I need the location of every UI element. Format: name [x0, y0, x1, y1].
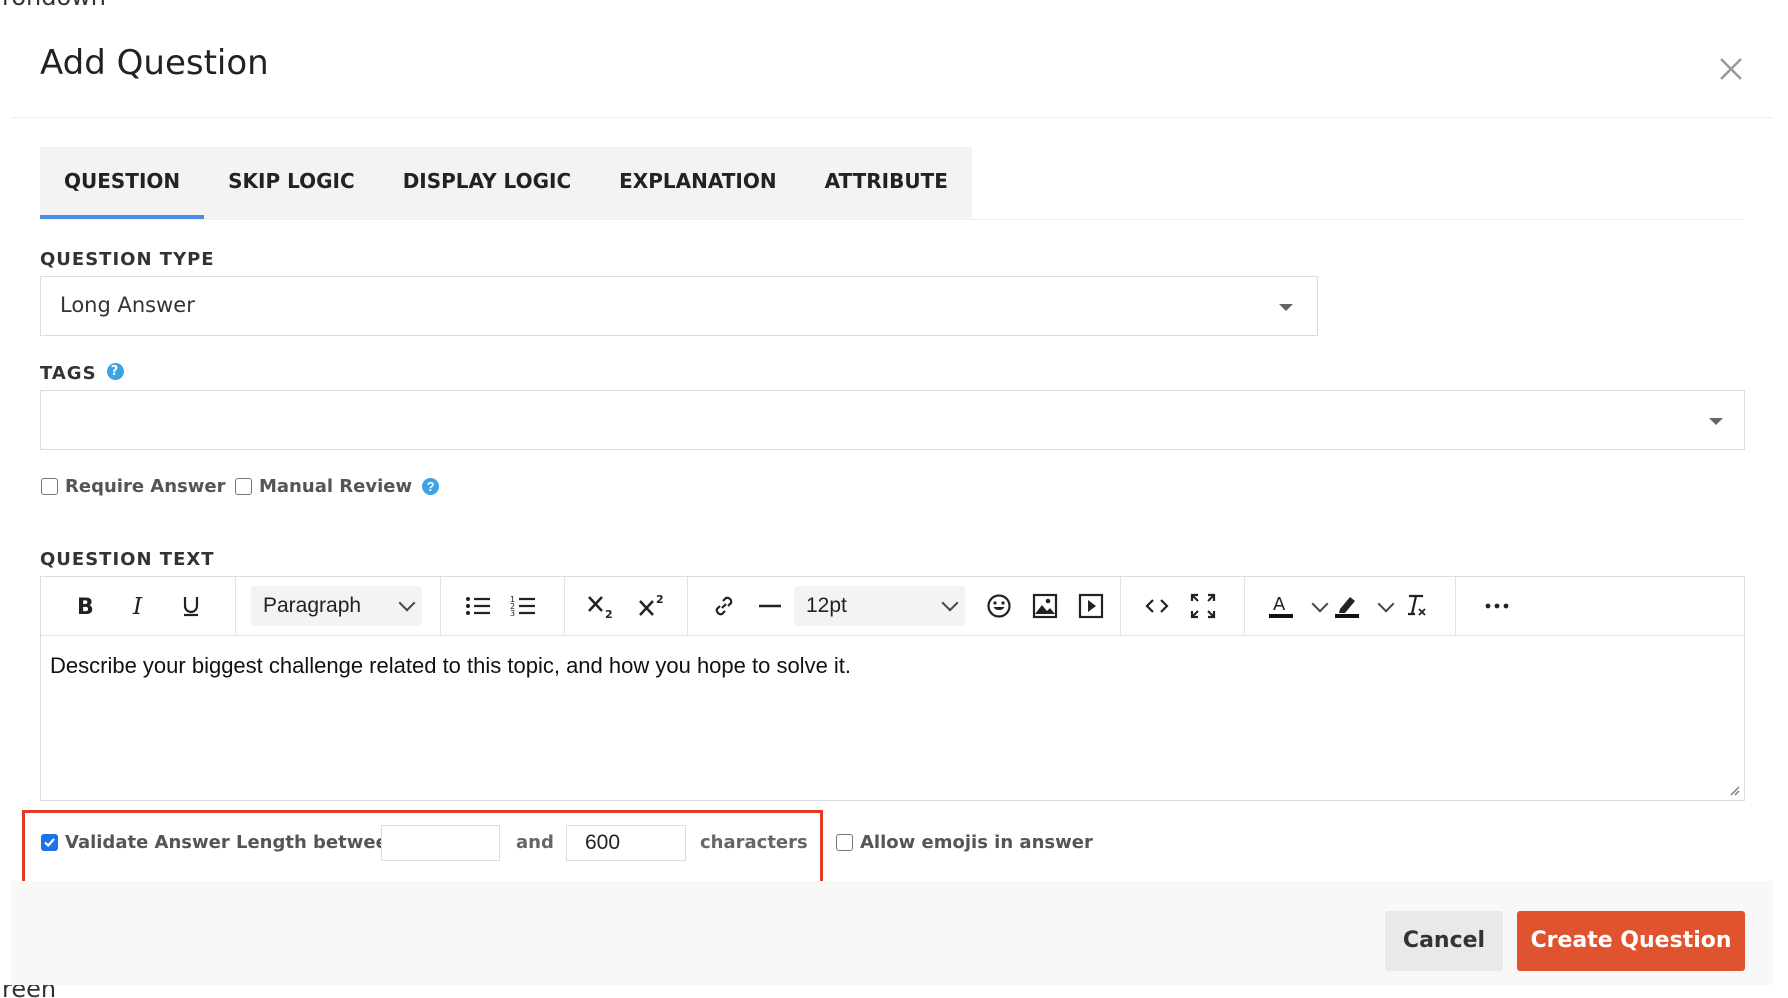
numbered-list-icon[interactable]: 123: [503, 586, 543, 626]
highlight-color-icon[interactable]: [1327, 586, 1367, 626]
allow-emojis-label: Allow emojis in answer: [860, 832, 1093, 853]
toolbar-group-color: A: [1244, 577, 1456, 635]
block-format-select[interactable]: Paragraph: [251, 586, 422, 626]
horizontal-rule-icon[interactable]: [750, 586, 790, 626]
subscript-icon[interactable]: 2: [581, 586, 621, 626]
svg-text:I: I: [132, 594, 143, 618]
svg-text:A: A: [1273, 594, 1286, 615]
tags-label-wrap: TAGS?: [40, 363, 124, 384]
tags-label: TAGS: [40, 363, 97, 384]
question-type-label: QUESTION TYPE: [40, 249, 215, 270]
tab-divider: [40, 219, 1744, 220]
background-top-edge: rondown: [0, 0, 1788, 11]
min-length-input[interactable]: [381, 825, 500, 861]
caret-down-icon: [1709, 418, 1723, 425]
background-fragment-text: reen: [2, 985, 56, 998]
question-text-content[interactable]: Describe your biggest challenge related …: [50, 653, 851, 679]
manual-review-checkbox[interactable]: [235, 478, 252, 495]
svg-text:B: B: [77, 595, 94, 618]
cancel-button[interactable]: Cancel: [1385, 911, 1503, 971]
more-icon[interactable]: [1477, 586, 1517, 626]
allow-emojis-checkbox[interactable]: [836, 834, 853, 851]
help-icon[interactable]: ?: [422, 478, 440, 495]
toolbar-group-format: B I: [41, 577, 236, 635]
link-icon[interactable]: [704, 586, 744, 626]
bulleted-list-icon[interactable]: [458, 586, 498, 626]
chevron-down-icon: [398, 594, 416, 612]
toolbar-group-view: [1120, 577, 1245, 635]
image-icon[interactable]: [1025, 586, 1065, 626]
background-right-edge: [1773, 11, 1788, 998]
validate-length-option[interactable]: Validate Answer Length between: [41, 832, 401, 853]
rich-text-editor: B I Paragraph 1 2 3 2 2 12pt A Describe …: [40, 576, 1745, 801]
allow-emojis-option[interactable]: Allow emojis in answer: [836, 832, 1093, 853]
toolbar-group-lists: 123: [440, 577, 565, 635]
clear-formatting-icon[interactable]: [1396, 586, 1436, 626]
background-left-edge: [0, 11, 11, 998]
caret-down-icon: [1279, 304, 1293, 311]
font-size-select[interactable]: 12pt: [794, 586, 965, 626]
tab-bar: QUESTION SKIP LOGIC DISPLAY LOGIC EXPLAN…: [40, 147, 972, 219]
tags-select[interactable]: [40, 390, 1745, 450]
modal-title: Add Question: [40, 43, 269, 83]
source-code-icon[interactable]: [1137, 586, 1177, 626]
manual-review-option[interactable]: Manual Review?: [235, 476, 440, 497]
svg-text:2: 2: [605, 608, 613, 619]
fullscreen-icon[interactable]: [1183, 586, 1223, 626]
superscript-icon[interactable]: 2: [632, 586, 672, 626]
font-size-value: 12pt: [806, 594, 847, 617]
video-icon[interactable]: [1071, 586, 1111, 626]
validate-length-label: Validate Answer Length between: [65, 832, 401, 853]
underline-icon[interactable]: [171, 586, 211, 626]
tab-skip-logic[interactable]: SKIP LOGIC: [204, 147, 379, 219]
modal-header: Add Question: [11, 11, 1773, 118]
tab-explanation[interactable]: EXPLANATION: [595, 147, 800, 219]
chevron-down-icon[interactable]: [1311, 595, 1329, 613]
chevron-down-icon: [941, 594, 959, 612]
characters-label: characters: [700, 832, 808, 853]
question-text-label: QUESTION TEXT: [40, 549, 215, 570]
editor-toolbar: B I Paragraph 1 2 3 2 2 12pt A: [41, 577, 1744, 636]
require-answer-option[interactable]: Require Answer: [41, 476, 225, 497]
close-icon[interactable]: [1711, 49, 1751, 89]
require-answer-label: Require Answer: [65, 476, 226, 497]
tab-display-logic[interactable]: DISPLAY LOGIC: [379, 147, 595, 219]
modal-footer: Cancel Create Question: [11, 881, 1773, 985]
tab-question[interactable]: QUESTION: [40, 147, 205, 219]
block-format-value: Paragraph: [263, 594, 362, 617]
toolbar-group-block: Paragraph: [235, 577, 441, 635]
toolbar-group-script: 2 2: [564, 577, 688, 635]
max-length-input[interactable]: 600: [566, 825, 686, 861]
validate-length-checkbox[interactable]: [41, 834, 58, 851]
require-answer-checkbox[interactable]: [41, 478, 58, 495]
background-bottom-edge: reen: [0, 985, 1788, 998]
manual-review-label: Manual Review: [259, 476, 413, 497]
emoji-icon[interactable]: [979, 586, 1019, 626]
background-fragment-text: rondown: [2, 0, 106, 11]
chevron-down-icon[interactable]: [1377, 595, 1395, 613]
create-question-button[interactable]: Create Question: [1517, 911, 1745, 971]
question-type-select[interactable]: Long Answer: [40, 276, 1318, 336]
question-type-value: Long Answer: [60, 293, 195, 317]
tab-attribute[interactable]: ATTRIBUTE: [801, 147, 972, 219]
text-color-icon[interactable]: A: [1261, 586, 1301, 626]
italic-icon[interactable]: I: [118, 586, 158, 626]
toolbar-group-insert: 12pt: [687, 577, 1121, 635]
bold-icon[interactable]: B: [65, 586, 105, 626]
and-label: and: [516, 832, 554, 853]
svg-text:3: 3: [510, 609, 515, 618]
add-question-modal: Add Question QUESTION SKIP LOGIC DISPLAY…: [11, 11, 1773, 985]
svg-text:2: 2: [656, 593, 664, 606]
help-icon[interactable]: ?: [106, 363, 124, 380]
resize-handle-icon[interactable]: [1728, 784, 1740, 796]
